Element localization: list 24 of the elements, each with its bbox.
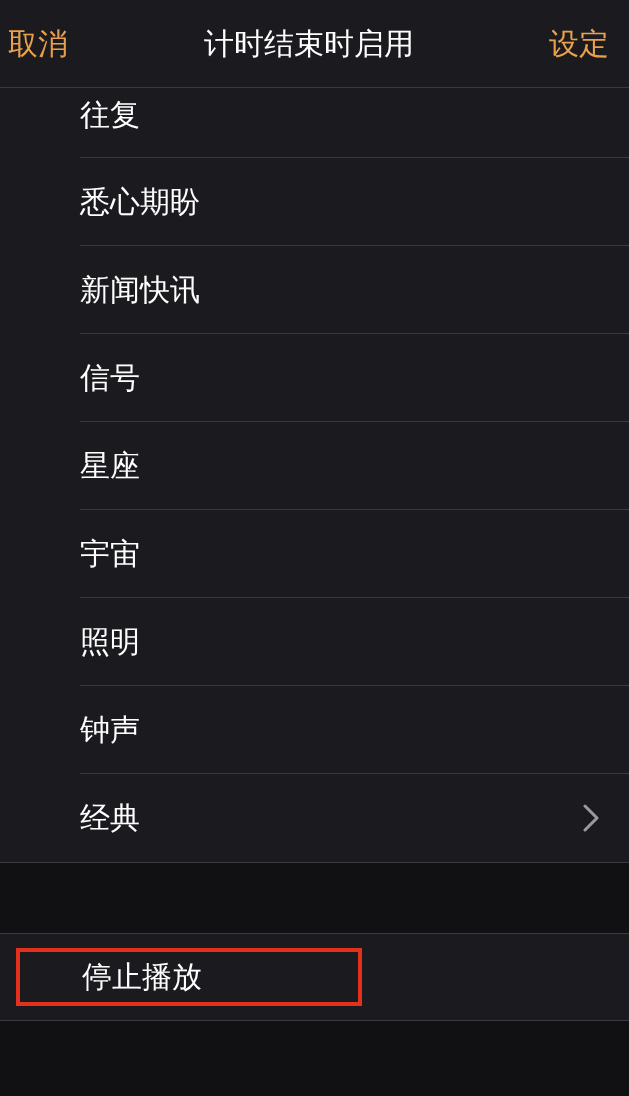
sound-label: 经典 — [80, 803, 141, 833]
chevron-icon — [583, 804, 599, 832]
sound-item[interactable]: 信号 — [0, 334, 629, 422]
sound-item[interactable]: 星座 — [0, 422, 629, 510]
sound-label: 信号 — [80, 362, 141, 393]
sound-item[interactable]: 宇宙 — [0, 510, 629, 598]
sound-item[interactable]: 照明 — [0, 598, 629, 686]
sound-label: 钟声 — [80, 714, 141, 745]
nav-title: 计时结束时启用 — [203, 28, 414, 59]
set-button[interactable]: 设定 — [549, 28, 621, 59]
sound-item[interactable]: 往复 — [0, 88, 629, 158]
sound-item[interactable]: 经典 — [0, 774, 629, 862]
stop-label: 停止播放 — [82, 962, 202, 992]
sound-label: 星座 — [80, 450, 141, 481]
sound-label: 宇宙 — [80, 538, 141, 569]
sound-label: 悉心期盼 — [80, 186, 201, 217]
sound-label: 新闻快讯 — [80, 274, 201, 305]
sound-label: 往复 — [80, 99, 141, 130]
stop-row[interactable]: 停止播放 — [0, 933, 629, 1021]
cancel-button[interactable]: 取消 — [8, 28, 68, 59]
sound-label: 照明 — [80, 626, 141, 657]
sound-item[interactable]: 新闻快讯 — [0, 246, 629, 334]
sound-item[interactable]: 悉心期盼 — [0, 158, 629, 246]
sound-item[interactable]: 钟声 — [0, 686, 629, 774]
